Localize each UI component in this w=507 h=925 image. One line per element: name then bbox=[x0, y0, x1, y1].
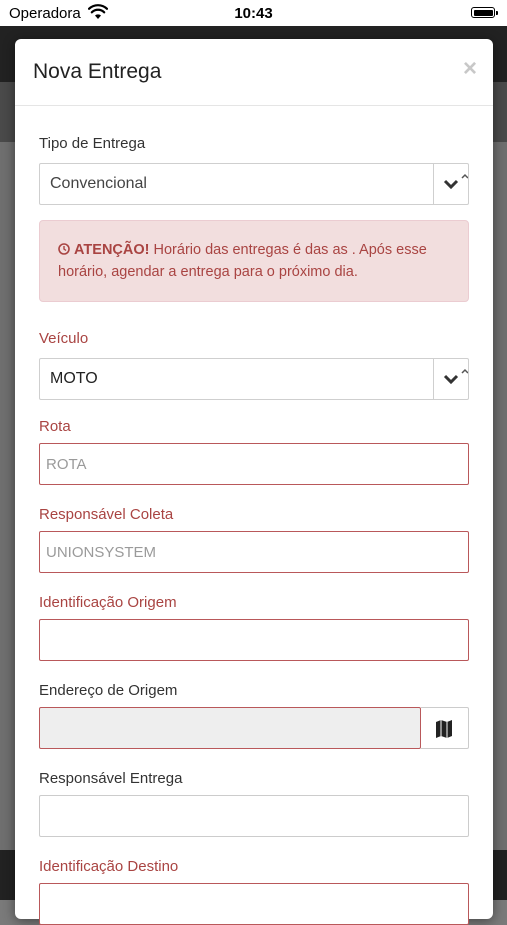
battery-icon bbox=[471, 7, 498, 18]
chevron-down-icon[interactable] bbox=[433, 164, 469, 204]
clock-icon bbox=[58, 243, 70, 255]
identificacao-destino-input[interactable] bbox=[39, 883, 469, 925]
alert-title: ATENÇÃO! bbox=[74, 242, 150, 258]
nova-entrega-modal: Nova Entrega × Tipo de Entrega Convencio… bbox=[15, 39, 493, 925]
veiculo-select[interactable]: MOTO bbox=[39, 358, 469, 400]
veiculo-value: MOTO bbox=[50, 370, 98, 387]
endereco-origem-input[interactable] bbox=[39, 707, 421, 749]
tipo-entrega-select[interactable]: Convencional bbox=[39, 163, 469, 205]
identificacao-origem-label: Identificação Origem bbox=[39, 594, 177, 611]
tipo-entrega-label: Tipo de Entrega bbox=[39, 135, 146, 152]
chevron-down-icon[interactable] bbox=[433, 359, 469, 399]
identificacao-origem-input[interactable] bbox=[39, 619, 469, 661]
map-button[interactable] bbox=[421, 707, 469, 749]
responsavel-coleta-label: Responsável Coleta bbox=[39, 506, 174, 523]
status-bar: Operadora 10:43 bbox=[0, 0, 507, 26]
endereco-origem-label: Endereço de Origem bbox=[39, 682, 178, 699]
tipo-entrega-value: Convencional bbox=[50, 175, 147, 192]
responsavel-entrega-label: Responsável Entrega bbox=[39, 770, 183, 787]
status-time: 10:43 bbox=[234, 5, 273, 22]
warning-alert: ATENÇÃO! Horário das entregas é das as .… bbox=[39, 220, 469, 302]
modal-header: Nova Entrega × bbox=[15, 39, 493, 106]
rota-input[interactable] bbox=[39, 443, 469, 485]
responsavel-coleta-input[interactable] bbox=[39, 531, 469, 573]
rota-label: Rota bbox=[39, 418, 71, 435]
map-icon bbox=[436, 720, 452, 738]
identificacao-destino-label: Identificação Destino bbox=[39, 858, 179, 875]
modal-title: Nova Entrega bbox=[33, 60, 162, 83]
responsavel-entrega-input[interactable] bbox=[39, 795, 469, 837]
veiculo-label: Veículo bbox=[39, 330, 89, 347]
close-icon[interactable]: × bbox=[463, 57, 477, 81]
